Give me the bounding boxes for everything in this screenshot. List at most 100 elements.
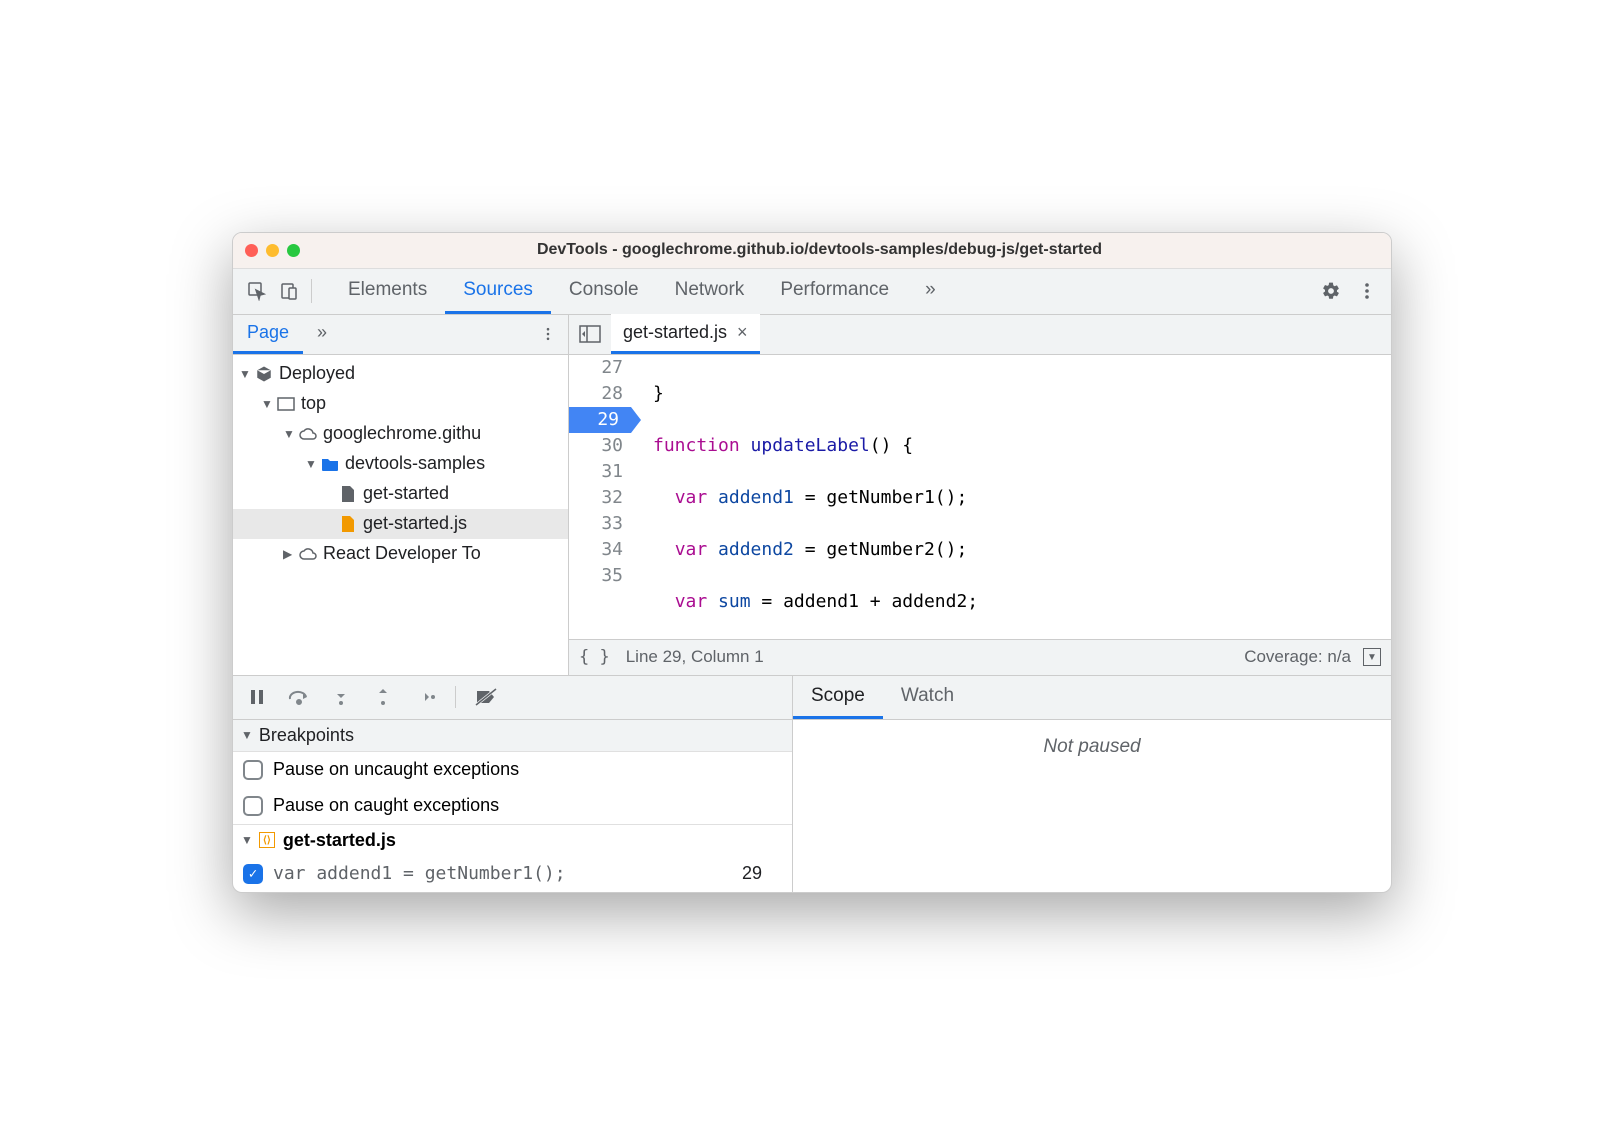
more-menu-icon[interactable]	[1351, 275, 1383, 307]
inspect-element-icon[interactable]	[241, 275, 273, 307]
breakpoints-label: Breakpoints	[259, 725, 354, 746]
editor-tabs: get-started.js ×	[569, 315, 1391, 355]
chevron-down-icon: ▼	[241, 728, 253, 742]
cloud-icon	[297, 427, 319, 441]
tree-label: get-started	[363, 483, 449, 504]
panel-tabs: Elements Sources Console Network Perform…	[330, 268, 954, 314]
tab-scope[interactable]: Scope	[793, 676, 883, 719]
traffic-lights	[245, 244, 300, 257]
tree-label: top	[301, 393, 326, 414]
navigate-back-icon[interactable]	[569, 325, 611, 343]
tree-file-js[interactable]: get-started.js	[233, 509, 568, 539]
tree-deployed[interactable]: ▼ Deployed	[233, 359, 568, 389]
debugger-left-pane: ▼ Breakpoints Pause on uncaught exceptio…	[233, 676, 793, 892]
tree-label: React Developer To	[323, 543, 481, 564]
zoom-window-button[interactable]	[287, 244, 300, 257]
folder-icon	[319, 457, 341, 471]
close-tab-icon[interactable]: ×	[737, 322, 748, 343]
line-number[interactable]: 28	[569, 381, 623, 407]
editor-statusbar: { } Line 29, Column 1 Coverage: n/a ▼	[569, 639, 1391, 675]
close-window-button[interactable]	[245, 244, 258, 257]
breakpoint-checkbox[interactable]: ✓	[243, 864, 263, 884]
debugger-toolbar	[233, 676, 792, 720]
document-icon	[337, 485, 359, 503]
step-into-icon[interactable]	[329, 685, 353, 709]
minimize-window-button[interactable]	[266, 244, 279, 257]
tree-top[interactable]: ▼ top	[233, 389, 568, 419]
frame-icon	[275, 397, 297, 411]
chevron-down-icon: ▼	[305, 457, 319, 471]
navigator-tabs-overflow[interactable]: »	[303, 314, 341, 354]
step-out-icon[interactable]	[371, 685, 395, 709]
code-editor[interactable]: 27 28 29 30 31 32 33 34 35 } function up…	[569, 355, 1391, 639]
main-toolbar: Elements Sources Console Network Perform…	[233, 269, 1391, 315]
navigator-sidebar: Page » ▼ Deployed ▼ top ▼	[233, 315, 569, 675]
tree-react-devtools[interactable]: ▶ React Developer To	[233, 539, 568, 569]
breakpoint-code-row[interactable]: ✓ var addend1 = getNumber1(); 29	[233, 856, 792, 892]
tree-folder[interactable]: ▼ devtools-samples	[233, 449, 568, 479]
file-tab[interactable]: get-started.js ×	[611, 314, 760, 354]
cursor-position: Line 29, Column 1	[626, 647, 764, 667]
line-number[interactable]: 30	[569, 433, 623, 459]
pause-caught-label: Pause on caught exceptions	[273, 795, 499, 816]
tab-performance[interactable]: Performance	[762, 268, 907, 314]
checkbox-uncaught[interactable]	[243, 760, 263, 780]
chevron-right-icon: ▶	[283, 547, 297, 561]
script-outline-icon: ⟨⟩	[259, 832, 275, 848]
line-number[interactable]: 32	[569, 485, 623, 511]
file-tree: ▼ Deployed ▼ top ▼ googlechrome.githu ▼	[233, 355, 568, 675]
pause-icon[interactable]	[245, 685, 269, 709]
line-number[interactable]: 27	[569, 355, 623, 381]
pause-uncaught-label: Pause on uncaught exceptions	[273, 759, 519, 780]
separator	[311, 279, 312, 303]
tab-watch[interactable]: Watch	[883, 676, 972, 719]
tab-elements[interactable]: Elements	[330, 268, 445, 314]
file-tab-label: get-started.js	[623, 322, 727, 343]
code-content[interactable]: } function updateLabel() { var addend1 =…	[635, 355, 1391, 639]
format-icon[interactable]: { }	[579, 647, 610, 667]
line-number[interactable]: 33	[569, 511, 623, 537]
debugger-right-pane: Scope Watch Not paused	[793, 676, 1391, 892]
tab-sources[interactable]: Sources	[445, 268, 551, 314]
devtools-window: DevTools - googlechrome.github.io/devtoo…	[232, 232, 1392, 893]
pause-caught-row[interactable]: Pause on caught exceptions	[233, 788, 792, 824]
breakpoint-line-number[interactable]: 29	[569, 407, 631, 433]
chevron-down-icon: ▼	[283, 427, 297, 441]
tree-file-html[interactable]: get-started	[233, 479, 568, 509]
tabs-overflow[interactable]: »	[907, 268, 954, 314]
editor-panel: get-started.js × 27 28 29 30 31 32 33 34…	[569, 315, 1391, 675]
breakpoint-code: var addend1 = getNumber1();	[273, 863, 566, 884]
tree-label: get-started.js	[363, 513, 467, 534]
script-icon	[337, 515, 359, 533]
checkbox-caught[interactable]	[243, 796, 263, 816]
window-title: DevTools - googlechrome.github.io/devtoo…	[320, 241, 1319, 259]
breakpoint-file-row[interactable]: ▼ ⟨⟩ get-started.js	[233, 824, 792, 856]
chevron-down-icon: ▼	[241, 833, 253, 847]
scope-tabs: Scope Watch	[793, 676, 1391, 720]
line-number[interactable]: 31	[569, 459, 623, 485]
line-number[interactable]: 34	[569, 537, 623, 563]
navigator-more-icon[interactable]	[528, 326, 568, 342]
not-paused-message: Not paused	[793, 720, 1391, 892]
content-area: Page » ▼ Deployed ▼ top ▼	[233, 315, 1391, 675]
gutter[interactable]: 27 28 29 30 31 32 33 34 35	[569, 355, 635, 639]
breakpoint-file-label: get-started.js	[283, 830, 396, 851]
tab-page[interactable]: Page	[233, 314, 303, 354]
titlebar: DevTools - googlechrome.github.io/devtoo…	[233, 233, 1391, 269]
debugger-panes: ▼ Breakpoints Pause on uncaught exceptio…	[233, 675, 1391, 892]
step-icon[interactable]	[413, 685, 437, 709]
tab-network[interactable]: Network	[657, 268, 763, 314]
line-number[interactable]: 35	[569, 563, 623, 589]
step-over-icon[interactable]	[287, 685, 311, 709]
cloud-icon	[297, 547, 319, 561]
deactivate-breakpoints-icon[interactable]	[474, 685, 498, 709]
breakpoints-header[interactable]: ▼ Breakpoints	[233, 720, 792, 752]
tab-console[interactable]: Console	[551, 268, 657, 314]
pause-uncaught-row[interactable]: Pause on uncaught exceptions	[233, 752, 792, 788]
coverage-dropdown-icon[interactable]: ▼	[1363, 648, 1381, 666]
tree-domain[interactable]: ▼ googlechrome.githu	[233, 419, 568, 449]
settings-icon[interactable]	[1315, 275, 1347, 307]
chevron-down-icon: ▼	[261, 397, 275, 411]
device-toggle-icon[interactable]	[273, 275, 305, 307]
tree-label: devtools-samples	[345, 453, 485, 474]
